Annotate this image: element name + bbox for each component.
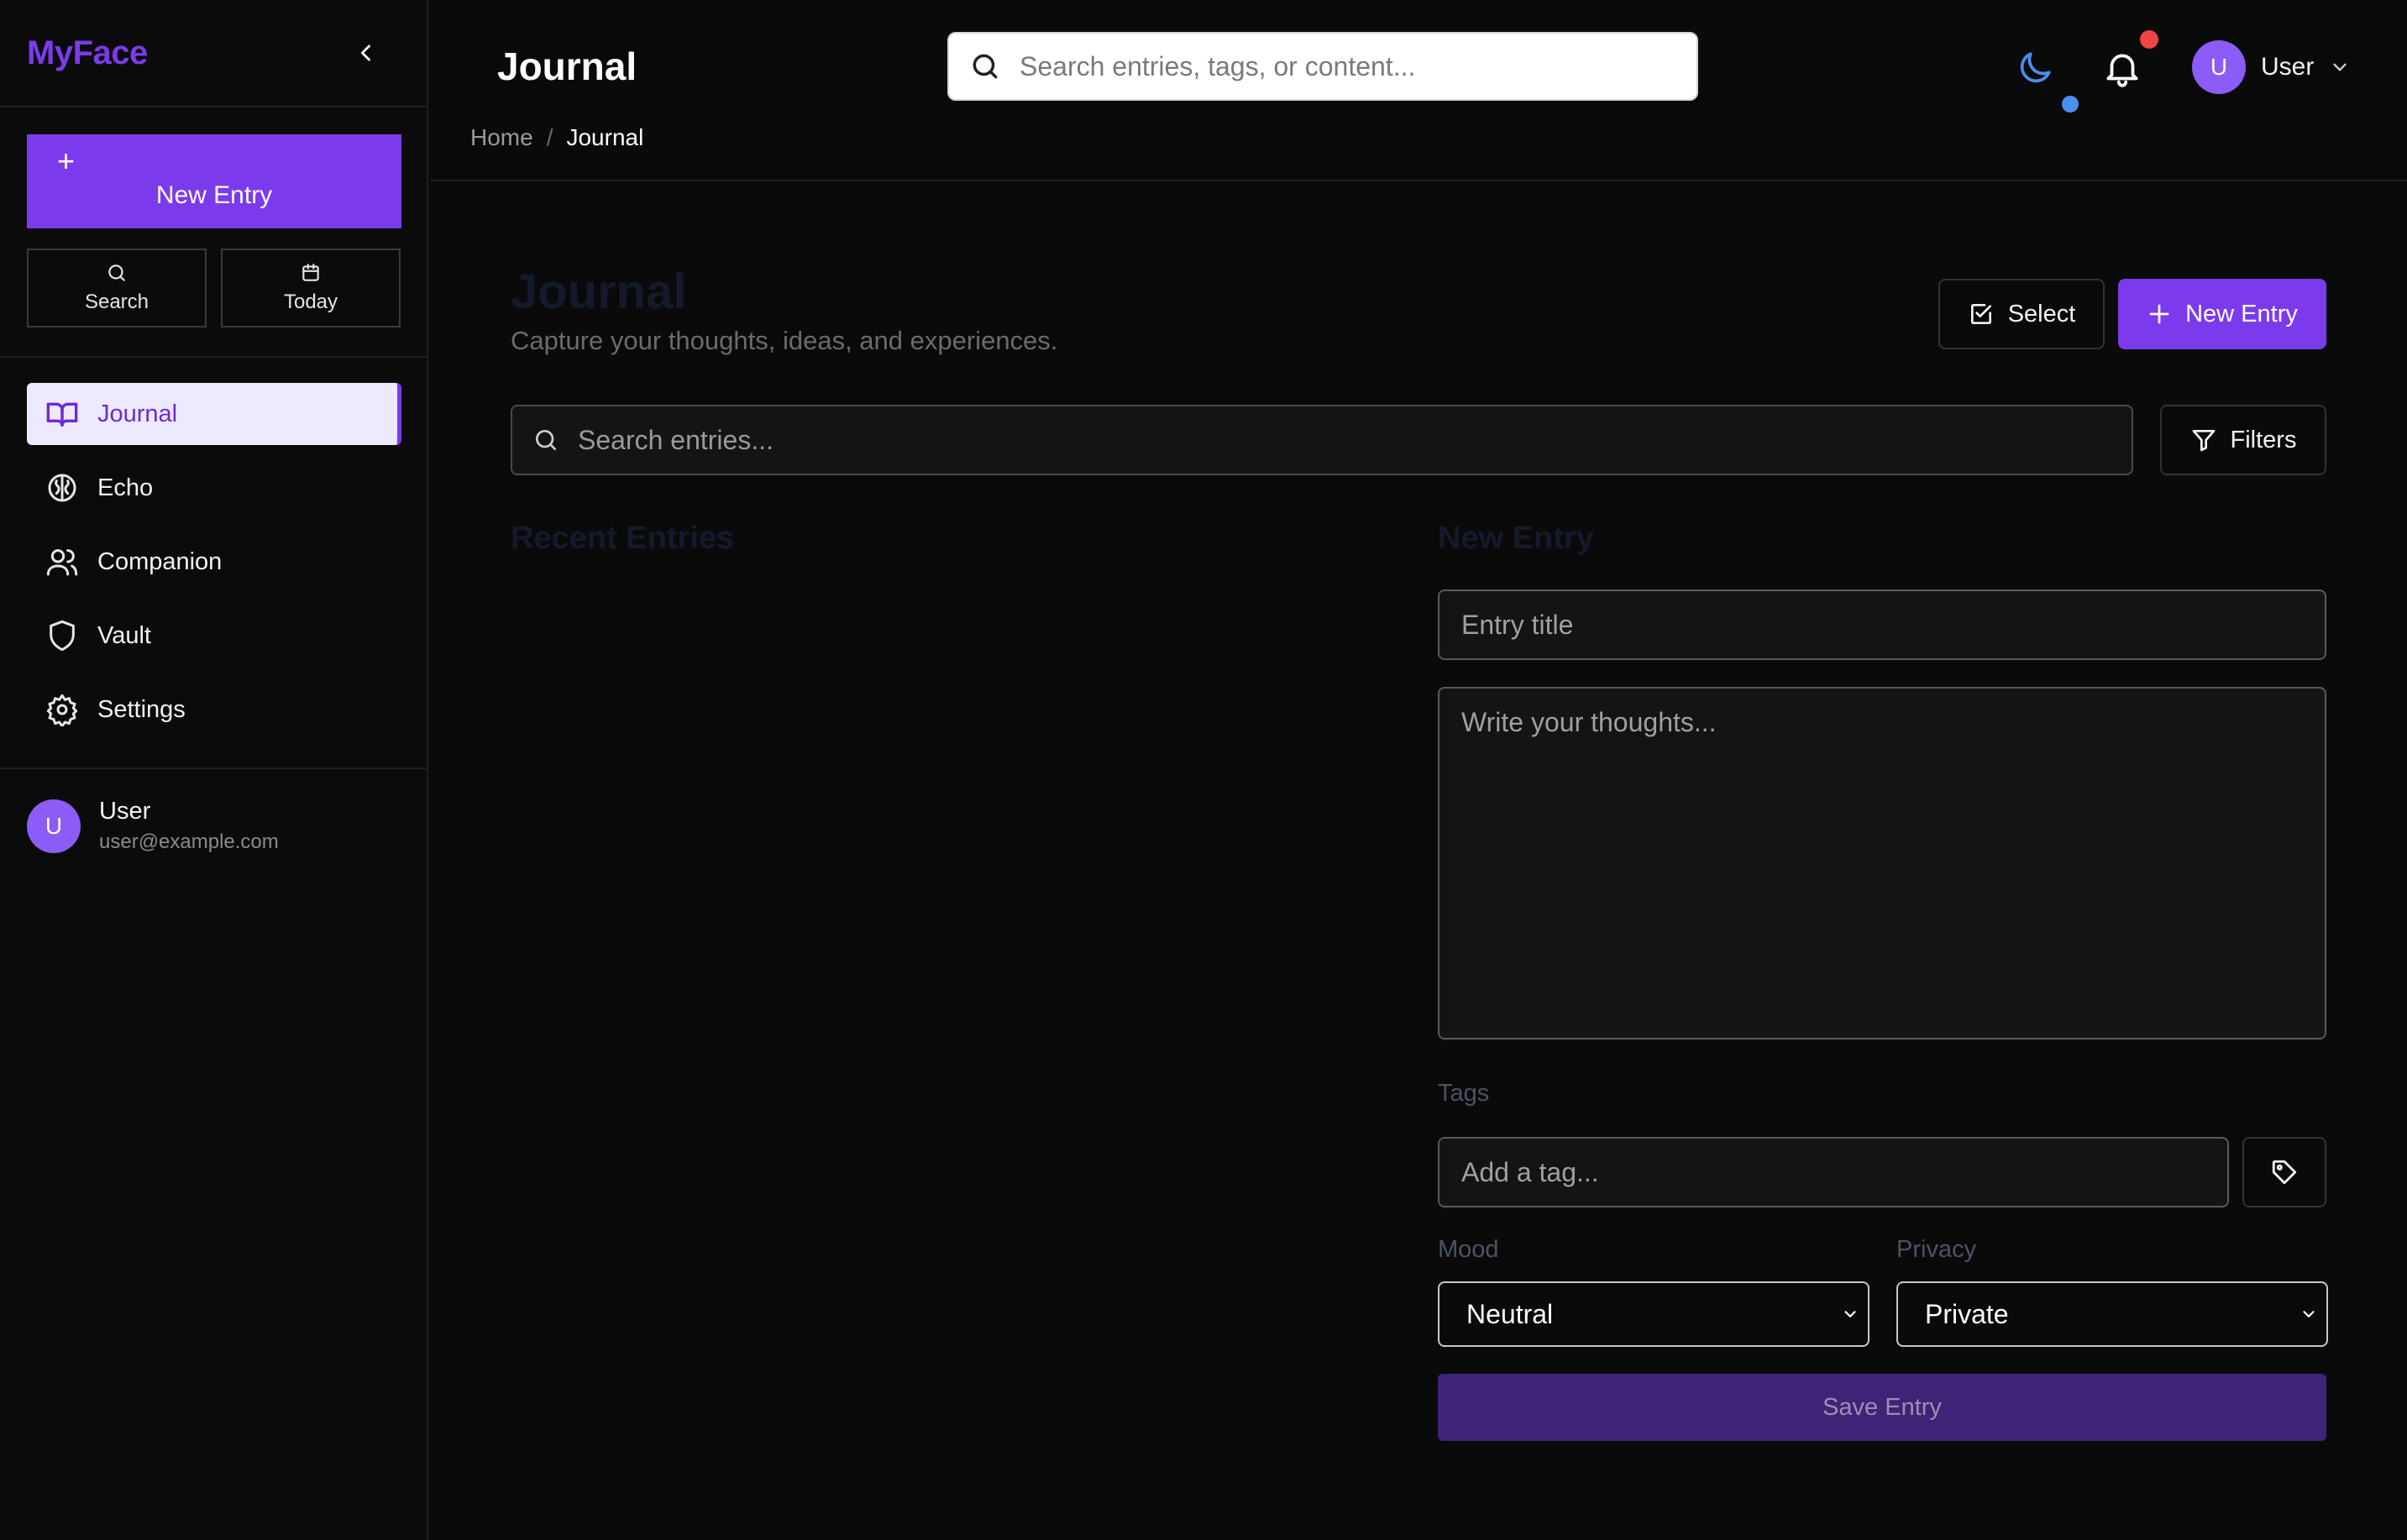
filter-icon [2192,430,2215,452]
sidebar-item-journal[interactable]: Journal [27,383,401,445]
sidebar: MyFace + New Entry Search Today Journal [0,0,428,1540]
users-icon [46,549,78,576]
sidebar-divider [0,356,428,358]
chevron-down-icon [1844,1311,1856,1317]
breadcrumb-current: Journal [566,124,644,150]
sidebar-item-companion[interactable]: Companion [27,531,401,593]
filters-button[interactable]: Filters [2160,405,2326,475]
user-menu-name: User [2261,53,2315,81]
sidebar-new-entry-button[interactable]: + New Entry [27,134,401,228]
user-email: user@example.com [99,830,279,853]
breadcrumb-home[interactable]: Home [470,124,533,151]
mood-select[interactable]: Neutral [1438,1281,1869,1347]
notification-badge [2140,30,2158,49]
header-title: Journal [497,45,637,88]
global-search[interactable] [947,32,1698,101]
top-header: Journal U User Home / Journal [430,0,2407,181]
gear-icon [46,694,78,726]
sidebar-divider [0,767,428,769]
mood-label: Mood [1438,1236,1499,1263]
app-root: MyFace + New Entry Search Today Journal [0,0,2407,1540]
avatar: U [27,799,81,853]
mood-value: Neutral [1466,1298,1554,1329]
brand-logo[interactable]: MyFace [27,34,148,72]
notifications-button[interactable] [2101,47,2143,89]
entries-search[interactable] [511,405,2133,475]
collapse-sidebar-button[interactable] [349,36,383,70]
chevron-down-icon [2333,63,2347,71]
new-entry-button[interactable]: New Entry [2118,279,2326,349]
tags-label: Tags [1438,1080,1490,1107]
plus-icon [2149,304,2169,324]
theme-toggle-button[interactable] [2014,47,2056,89]
quick-today-label: Today [283,291,338,313]
status-dot [2062,96,2079,113]
filters-label: Filters [2230,426,2297,453]
checkbox-icon [1970,304,1991,324]
quick-search-button[interactable]: Search [27,249,207,327]
breadcrumb: Home / Journal [470,124,643,151]
sidebar-item-label: Vault [97,621,151,649]
shield-icon [50,620,75,652]
search-icon [536,429,556,450]
global-search-input[interactable] [1020,50,1675,82]
sidebar-item-vault[interactable]: Vault [27,605,401,667]
plus-icon: + [57,144,76,178]
moon-icon [2020,52,2051,83]
new-entry-heading: New Entry [1438,521,1594,556]
recent-entries-heading: Recent Entries [511,521,735,556]
chevron-down-icon [2303,1311,2315,1317]
quick-today-button[interactable]: Today [221,249,401,327]
calendar-icon [302,264,319,281]
save-entry-label: Save Entry [1822,1393,1942,1421]
search-icon [108,265,125,281]
main-content: Journal Capture your thoughts, ideas, an… [430,183,2407,1540]
select-button[interactable]: Select [1938,279,2105,349]
sidebar-item-label: Journal [97,400,178,427]
sidebar-item-settings[interactable]: Settings [27,678,401,741]
chevron-left-icon [360,45,370,61]
sidebar-user-info: User user@example.com [99,798,279,854]
new-entry-label: New Entry [2185,300,2298,327]
sidebar-header: MyFace [0,0,427,107]
select-label: Select [2007,300,2076,327]
entries-search-input[interactable] [578,424,2090,456]
entry-title-input[interactable] [1438,589,2326,660]
entry-body-textarea[interactable] [1438,687,2326,1040]
bell-icon [2106,54,2138,87]
save-entry-button[interactable]: Save Entry [1438,1374,2326,1441]
breadcrumb-separator: / [546,124,553,150]
sidebar-item-label: Echo [97,474,154,501]
quick-search-label: Search [84,291,149,313]
page-title: Journal [511,265,687,319]
tag-icon [2272,1160,2297,1185]
page-subtitle: Capture your thoughts, ideas, and experi… [511,326,1058,355]
brain-icon [48,474,76,502]
avatar: U [2192,40,2246,94]
user-menu[interactable]: U User [2192,40,2351,94]
sidebar-nav: Journal Echo Companion Vault Settings [27,383,401,752]
sidebar-item-echo[interactable]: Echo [27,457,401,519]
privacy-value: Private [1925,1298,2009,1329]
sidebar-item-label: Companion [97,547,223,575]
add-tag-button[interactable] [2242,1137,2326,1207]
book-open-icon [46,402,78,427]
sidebar-user[interactable]: U User user@example.com [27,798,279,854]
user-name: User [99,798,151,825]
search-icon [973,54,998,79]
tag-input[interactable] [1438,1137,2229,1207]
sidebar-item-label: Settings [97,695,186,723]
privacy-select[interactable]: Private [1896,1281,2328,1347]
sidebar-new-entry-label: New Entry [155,181,273,209]
privacy-label: Privacy [1896,1236,1977,1263]
